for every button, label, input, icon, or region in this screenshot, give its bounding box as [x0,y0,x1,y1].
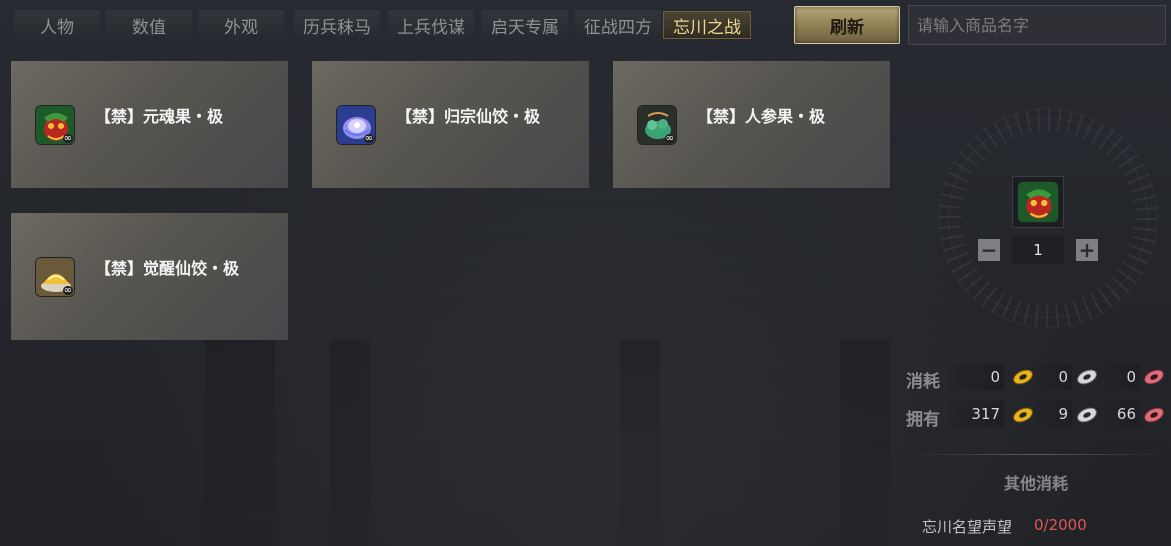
tab-shangbingfamou[interactable]: 上兵伐谋 [388,10,474,40]
cost-silver-value: 0 [1036,364,1072,390]
tab-appearance[interactable]: 外观 [198,10,284,40]
owned-gold-value: 317 [948,401,1004,427]
pink-coin-icon [1144,407,1164,423]
background-pillar [840,340,890,546]
silver-coin-icon [1077,407,1097,423]
owned-label: 拥有 [906,410,940,430]
infinite-badge: ∞ [664,133,675,144]
tab-character[interactable]: 人物 [14,10,100,40]
cost-pink-value: 0 [1104,364,1140,390]
infinite-badge: ∞ [363,133,374,144]
background-pillar [620,340,660,546]
shop-item-card[interactable]: ∞ 【禁】觉醒仙饺・极 [11,213,288,340]
infinite-badge: ∞ [62,133,73,144]
red-dragon-fruit-icon [1017,181,1059,223]
tab-zhengzhan-sifang[interactable]: 征战四方 [575,10,661,40]
jade-ginseng-fruit-icon: ∞ [637,105,677,145]
blue-crystal-dumpling-icon: ∞ [336,105,376,145]
background-pillar [205,340,275,546]
item-name: 【禁】觉醒仙饺・极 [95,259,240,278]
background-pillar [330,340,370,546]
cost-label: 消耗 [906,372,940,392]
tab-qitian-exclusive[interactable]: 启天专属 [482,10,568,40]
refresh-button[interactable]: 刷新 [794,6,900,44]
search-box [908,5,1166,45]
search-input[interactable] [909,6,1165,44]
tab-wangchuan-battle[interactable]: 忘川之战 [663,11,751,39]
tab-libingmoma[interactable]: 历兵秣马 [294,10,380,40]
red-dragon-fruit-icon: ∞ [35,105,75,145]
cost-gold-value: 0 [948,364,1004,390]
reputation-label: 忘川名望声望 [922,518,1013,536]
owned-pink-value: 66 [1104,401,1140,427]
item-name: 【禁】归宗仙饺・极 [396,107,541,126]
divider [906,454,1166,455]
shop-item-card[interactable]: ∞ 【禁】人参果・极 [613,61,890,188]
item-name: 【禁】元魂果・极 [95,107,224,126]
quantity-field[interactable]: 1 [1012,236,1064,264]
tab-stats[interactable]: 数值 [106,10,192,40]
golden-dumpling-icon: ∞ [35,257,75,297]
reputation-value: 0/2000 [1034,516,1087,534]
shop-item-card[interactable]: ∞ 【禁】归宗仙饺・极 [312,61,589,188]
silver-coin-icon [1077,369,1097,385]
gold-coin-icon [1013,407,1033,423]
gold-coin-icon [1013,369,1033,385]
other-costs-title: 其他消耗 [1003,474,1068,493]
quantity-plus-button[interactable]: + [1076,239,1098,261]
infinite-badge: ∞ [62,285,73,296]
item-name: 【禁】人参果・极 [697,107,826,126]
shop-item-card[interactable]: ∞ 【禁】元魂果・极 [11,61,288,188]
quantity-minus-button[interactable]: − [978,239,1000,261]
selected-item-frame [1012,176,1064,228]
owned-silver-value: 9 [1036,401,1072,427]
pink-coin-icon [1144,369,1164,385]
